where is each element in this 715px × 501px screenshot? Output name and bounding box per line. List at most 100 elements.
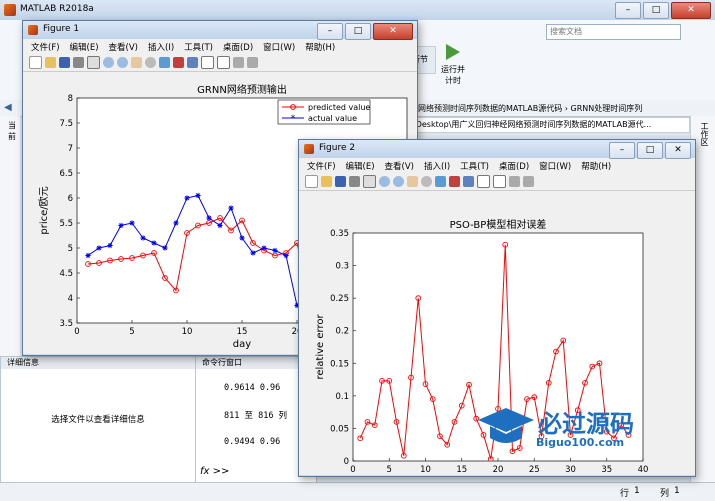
- back-arrow-icon[interactable]: ◀: [4, 102, 12, 113]
- menu-insert[interactable]: 插入(I): [424, 160, 450, 172]
- menu-edit[interactable]: 编辑(E): [70, 41, 99, 53]
- menu-tools[interactable]: 工具(T): [184, 41, 213, 53]
- menu-window[interactable]: 窗口(W): [263, 41, 295, 53]
- rotate-icon[interactable]: [145, 57, 156, 68]
- figure2-title: Figure 2: [319, 143, 356, 153]
- menu-tools[interactable]: 工具(T): [460, 160, 489, 172]
- data-point: [239, 235, 245, 241]
- figure1-menubar: 文件(F) 编辑(E) 查看(V) 插入(I) 工具(T) 桌面(D) 窗口(W…: [23, 39, 417, 54]
- data-cursor-icon[interactable]: [435, 176, 446, 187]
- details-header: 详细信息: [1, 357, 195, 369]
- save-icon[interactable]: [59, 57, 70, 68]
- menu-window[interactable]: 窗口(W): [539, 160, 571, 172]
- x-tick-label: 5: [387, 465, 392, 475]
- pan-icon[interactable]: [407, 176, 418, 187]
- menu-help[interactable]: 帮助(H): [305, 41, 335, 53]
- zoom-in-icon[interactable]: [103, 57, 114, 68]
- col-label: 列: [660, 489, 670, 499]
- data-point: [107, 242, 113, 249]
- figure2-minimize-button[interactable]: –: [609, 142, 635, 159]
- data-point: [228, 205, 234, 211]
- y-tick-label: 8: [68, 94, 73, 104]
- menu-desktop[interactable]: 桌面(D): [499, 160, 529, 172]
- minimize-button[interactable]: –: [615, 2, 641, 19]
- show-plot-tools-icon[interactable]: [247, 57, 258, 68]
- show-plot-tools-icon[interactable]: [523, 176, 534, 187]
- data-point: [272, 247, 278, 254]
- editor-path: \Desktop\用广义回归神经网络预测时间序列数据的MATLAB源代...: [412, 117, 690, 133]
- data-point: [195, 192, 201, 199]
- print-icon[interactable]: [349, 176, 360, 187]
- new-figure-icon[interactable]: [305, 175, 318, 188]
- y-axis-label: relative error: [315, 314, 326, 380]
- figure2-maximize-button[interactable]: □: [637, 142, 663, 159]
- open-icon[interactable]: [45, 57, 56, 68]
- y-tick-label: 6: [68, 194, 73, 204]
- menu-file[interactable]: 文件(F): [307, 160, 336, 172]
- link-icon[interactable]: [463, 176, 474, 187]
- open-icon[interactable]: [321, 176, 332, 187]
- figure2-close-button[interactable]: ✕: [665, 142, 691, 159]
- close-button[interactable]: ✕: [671, 2, 711, 19]
- new-figure-icon[interactable]: [29, 56, 42, 69]
- y-tick-label: 0.3: [335, 262, 349, 272]
- menu-edit[interactable]: 编辑(E): [346, 160, 375, 172]
- graduation-cap-icon: [478, 408, 534, 443]
- fx-icon: fx: [200, 466, 210, 477]
- menu-file[interactable]: 文件(F): [31, 41, 60, 53]
- data-point: [85, 252, 91, 259]
- colorbar-icon[interactable]: [477, 175, 490, 188]
- colorbar-icon[interactable]: [201, 56, 214, 69]
- data-point: [173, 220, 179, 226]
- x-tick-label: 0: [350, 465, 355, 475]
- command-prompt[interactable]: fx >>: [200, 466, 229, 477]
- menu-view[interactable]: 查看(V): [109, 41, 138, 53]
- brush-icon[interactable]: [173, 57, 184, 68]
- legend-icon[interactable]: [217, 56, 230, 69]
- figure2-titlebar[interactable]: Figure 2 – □ ✕: [299, 140, 695, 159]
- figure1-minimize-button[interactable]: –: [317, 23, 343, 40]
- link-icon[interactable]: [187, 57, 198, 68]
- y-tick-label: 6.5: [59, 169, 73, 179]
- x-tick-label: 20: [493, 465, 504, 475]
- zoom-in-icon[interactable]: [379, 176, 390, 187]
- zoom-out-icon[interactable]: [117, 57, 128, 68]
- menu-insert[interactable]: 插入(I): [148, 41, 174, 53]
- current-folder-tab[interactable]: 当前: [8, 120, 20, 142]
- zoom-out-icon[interactable]: [393, 176, 404, 187]
- figure1-maximize-button[interactable]: □: [345, 23, 371, 40]
- save-icon[interactable]: [335, 176, 346, 187]
- watermark: 必过源码 Biguo100.com: [476, 404, 676, 456]
- menu-view[interactable]: 查看(V): [385, 160, 414, 172]
- menu-desktop[interactable]: 桌面(D): [223, 41, 253, 53]
- data-point: [217, 222, 223, 229]
- hide-plot-tools-icon[interactable]: [233, 57, 244, 68]
- search-docs-input[interactable]: 搜索文档: [546, 24, 681, 40]
- x-tick-label: 10: [420, 465, 431, 475]
- run-time-icon[interactable]: [438, 42, 466, 62]
- legend-marker: *: [291, 114, 296, 124]
- figure1-titlebar[interactable]: Figure 1 – □ ✕: [23, 21, 417, 40]
- rotate-icon[interactable]: [421, 176, 432, 187]
- details-message: 选择文件以查看详细信息: [51, 415, 145, 425]
- maximize-button[interactable]: □: [643, 2, 669, 19]
- pan-icon[interactable]: [131, 57, 142, 68]
- hide-plot-tools-icon[interactable]: [509, 176, 520, 187]
- data-point: [261, 245, 267, 251]
- menu-help[interactable]: 帮助(H): [581, 160, 611, 172]
- figure1-close-button[interactable]: ✕: [373, 23, 413, 40]
- details-pane: 详细信息 选择文件以查看详细信息: [0, 356, 196, 484]
- pointer-icon[interactable]: [363, 175, 376, 188]
- legend-icon[interactable]: [493, 175, 506, 188]
- print-icon[interactable]: [73, 57, 84, 68]
- brush-icon[interactable]: [449, 176, 460, 187]
- y-tick-label: 0.1: [335, 392, 349, 402]
- data-point: [151, 240, 157, 246]
- y-tick-label: 7.5: [59, 119, 73, 129]
- y-tick-label: 3.5: [59, 319, 73, 329]
- workspace-tab[interactable]: 工作区: [699, 122, 710, 146]
- pointer-icon[interactable]: [87, 56, 100, 69]
- data-cursor-icon[interactable]: [159, 57, 170, 68]
- y-tick-label: 4.5: [59, 269, 73, 279]
- y-tick-label: 0.35: [330, 229, 349, 239]
